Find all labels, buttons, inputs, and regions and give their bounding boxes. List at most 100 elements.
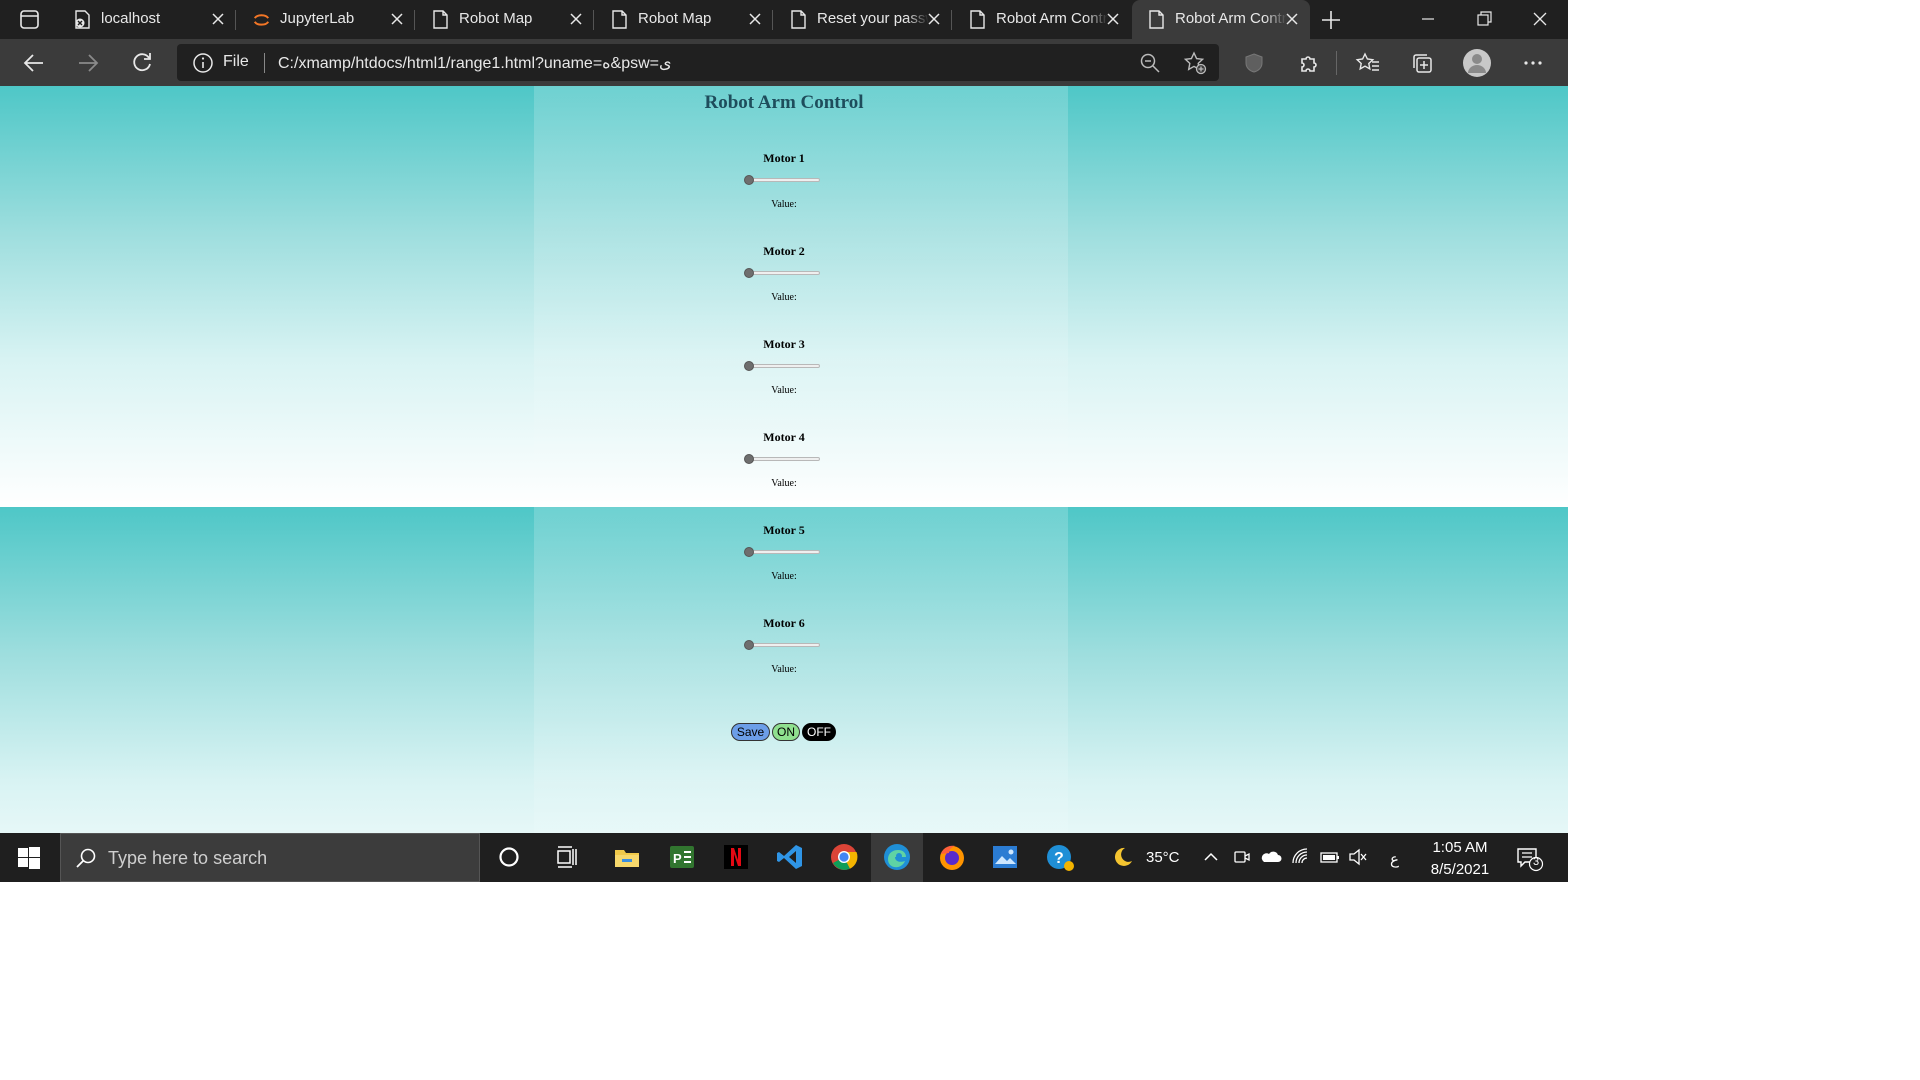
new-tab-icon[interactable] bbox=[1318, 7, 1344, 33]
slider-thumb[interactable] bbox=[744, 640, 754, 650]
back-icon[interactable] bbox=[20, 49, 48, 77]
motor-6-slider[interactable] bbox=[744, 638, 822, 652]
motor-1-control: Motor 1 Value: bbox=[684, 151, 884, 231]
off-button[interactable]: OFF bbox=[802, 723, 836, 741]
file-explorer-icon[interactable] bbox=[612, 842, 642, 872]
search-placeholder: Type here to search bbox=[108, 848, 268, 868]
page-viewport: Robot Arm Control Motor 1 Value: Motor 2… bbox=[0, 86, 1568, 833]
tab-jupyterlab[interactable]: JupyterLab bbox=[237, 0, 415, 39]
taskbar-clock[interactable]: 1:05 AM 8/5/2021 bbox=[1418, 837, 1502, 881]
tab-reset-password[interactable]: Reset your password bbox=[774, 0, 952, 39]
tab-separator bbox=[951, 10, 952, 30]
motor-5-control: Motor 5 Value: bbox=[684, 523, 884, 603]
motor-label: Motor 1 bbox=[763, 151, 805, 165]
cortana-icon[interactable] bbox=[494, 842, 524, 872]
edge-icon[interactable] bbox=[882, 842, 912, 872]
motor-3-slider[interactable] bbox=[744, 359, 822, 373]
site-info-icon[interactable] bbox=[192, 52, 214, 74]
motor-1-slider[interactable] bbox=[744, 173, 822, 187]
tab-robot-map-1[interactable]: Robot Map bbox=[416, 0, 594, 39]
browser-toolbar: File C:/xmamp/htdocs/html1/range1.html?u… bbox=[0, 39, 1568, 86]
favorites-icon[interactable] bbox=[1354, 49, 1382, 77]
motor-2-control: Motor 2 Value: bbox=[684, 244, 884, 324]
address-divider bbox=[264, 53, 265, 73]
battery-icon[interactable] bbox=[1319, 847, 1341, 867]
photos-icon[interactable] bbox=[990, 842, 1020, 872]
tab-localhost[interactable]: localhost bbox=[58, 0, 236, 39]
motor-3-control: Motor 3 Value: bbox=[684, 337, 884, 417]
motor-5-slider[interactable] bbox=[744, 545, 822, 559]
close-tab-icon[interactable] bbox=[1284, 11, 1300, 27]
notification-count: 3 bbox=[1532, 856, 1540, 868]
close-tab-icon[interactable] bbox=[210, 11, 226, 27]
scheme-label: File bbox=[223, 53, 249, 70]
motor-6-control: Motor 6 Value: bbox=[684, 616, 884, 696]
netflix-icon[interactable] bbox=[721, 842, 751, 872]
task-view-icon[interactable] bbox=[552, 842, 582, 872]
motor-4-control: Motor 4 Value: bbox=[684, 430, 884, 510]
close-tab-icon[interactable] bbox=[747, 11, 763, 27]
volume-muted-icon[interactable] bbox=[1348, 847, 1368, 867]
tab-robot-map-2[interactable]: Robot Map bbox=[595, 0, 773, 39]
close-tab-icon[interactable] bbox=[926, 11, 942, 27]
notification-center-icon[interactable] bbox=[1516, 846, 1546, 872]
input-language[interactable]: ع bbox=[1390, 850, 1399, 868]
extensions-icon[interactable] bbox=[1294, 49, 1322, 77]
chevron-up-icon[interactable] bbox=[1202, 848, 1220, 866]
restore-icon[interactable] bbox=[1470, 6, 1498, 32]
tab-separator bbox=[414, 10, 415, 30]
meet-now-icon[interactable] bbox=[1232, 847, 1252, 867]
slider-thumb[interactable] bbox=[744, 454, 754, 464]
address-bar[interactable]: File C:/xmamp/htdocs/html1/range1.html?u… bbox=[177, 44, 1219, 81]
url-text[interactable]: C:/xmamp/htdocs/html1/range1.html?uname=… bbox=[278, 53, 672, 73]
firefox-icon[interactable] bbox=[937, 842, 967, 872]
save-button[interactable]: Save bbox=[731, 723, 770, 741]
collections-icon[interactable] bbox=[1408, 49, 1436, 77]
weather-moon-icon[interactable] bbox=[1110, 845, 1134, 869]
tab-actions-icon[interactable] bbox=[10, 8, 48, 32]
project-icon[interactable]: P bbox=[667, 842, 697, 872]
weather-temperature[interactable]: 35°C bbox=[1146, 849, 1180, 866]
on-button[interactable]: ON bbox=[772, 723, 800, 741]
refresh-icon[interactable] bbox=[128, 49, 156, 77]
tab-title: Robot Map bbox=[459, 10, 533, 27]
tab-robot-arm-control-1[interactable]: Robot Arm Control bbox=[953, 0, 1131, 39]
help-icon[interactable]: ? bbox=[1045, 842, 1075, 872]
slider-thumb[interactable] bbox=[744, 175, 754, 185]
forward-icon[interactable] bbox=[74, 49, 102, 77]
motor-label: Motor 6 bbox=[763, 616, 805, 630]
page-icon bbox=[1149, 10, 1164, 29]
search-icon bbox=[76, 848, 96, 868]
robot-arm-control-form: Robot Arm Control Motor 1 Value: Motor 2… bbox=[0, 86, 1568, 833]
zoom-out-icon[interactable] bbox=[1139, 52, 1161, 74]
close-tab-icon[interactable] bbox=[389, 11, 405, 27]
motor-4-slider[interactable] bbox=[744, 452, 822, 466]
profile-avatar-icon[interactable] bbox=[1462, 48, 1492, 78]
page-icon bbox=[612, 10, 627, 29]
motor-2-slider[interactable] bbox=[744, 266, 822, 280]
close-tab-icon[interactable] bbox=[1105, 11, 1121, 27]
windows-start-icon[interactable] bbox=[18, 847, 40, 869]
jupyter-icon bbox=[253, 14, 270, 26]
onedrive-icon[interactable] bbox=[1260, 847, 1282, 867]
add-favorite-icon[interactable] bbox=[1183, 51, 1207, 75]
close-tab-icon[interactable] bbox=[568, 11, 584, 27]
slider-thumb[interactable] bbox=[744, 361, 754, 371]
chrome-icon[interactable] bbox=[829, 842, 859, 872]
slider-thumb[interactable] bbox=[744, 268, 754, 278]
vscode-icon[interactable] bbox=[775, 842, 805, 872]
taskbar-search-box[interactable]: Type here to search bbox=[60, 833, 480, 882]
motor-label: Motor 2 bbox=[763, 244, 805, 258]
page-title: Robot Arm Control bbox=[704, 92, 864, 113]
motor-label: Motor 3 bbox=[763, 337, 805, 351]
page-error-icon bbox=[75, 10, 90, 29]
slider-thumb[interactable] bbox=[744, 547, 754, 557]
browser-tab-strip: localhost JupyterLab Robot Map Robot Map… bbox=[0, 0, 1568, 39]
close-window-icon[interactable] bbox=[1526, 6, 1554, 32]
tab-robot-arm-control-active[interactable]: Robot Arm Control bbox=[1132, 0, 1310, 39]
tab-title: localhost bbox=[101, 10, 161, 27]
minimize-icon[interactable] bbox=[1414, 6, 1442, 32]
more-menu-icon[interactable] bbox=[1519, 49, 1547, 77]
wifi-icon[interactable] bbox=[1291, 847, 1311, 867]
tracking-shield-icon[interactable] bbox=[1240, 49, 1268, 77]
